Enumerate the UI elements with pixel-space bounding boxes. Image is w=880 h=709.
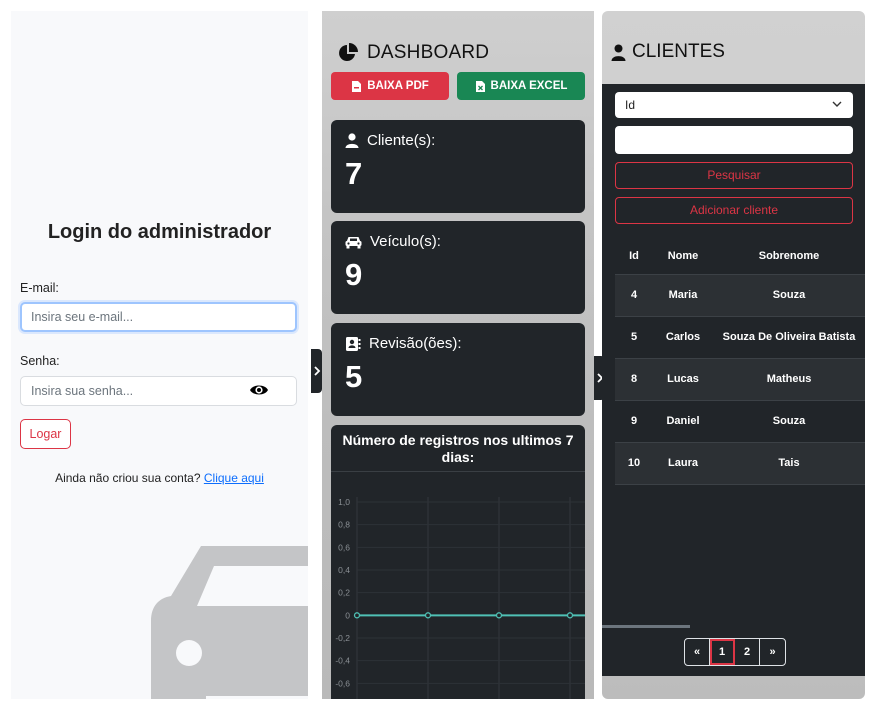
login-button[interactable]: Logar bbox=[20, 419, 71, 449]
column-header-surname[interactable]: Sobrenome bbox=[713, 238, 865, 274]
cell-name: Carlos bbox=[653, 315, 713, 358]
pdf-file-icon bbox=[352, 80, 362, 92]
pagination: « 1 2 » bbox=[684, 638, 786, 666]
cell-name: Daniel bbox=[653, 399, 713, 442]
login-title: Login do administrador bbox=[47, 221, 272, 243]
pie-chart-icon bbox=[339, 43, 358, 61]
download-pdf-label: BAIXA PDF bbox=[367, 80, 429, 92]
signup-prompt: Ainda não criou sua conta? Clique aqui bbox=[11, 471, 308, 485]
email-label: E-mail: bbox=[20, 281, 59, 295]
sidebar-toggle-button[interactable] bbox=[311, 349, 322, 393]
cell-name: Laura bbox=[653, 441, 713, 485]
app-root: Login do administrador E-mail: Insira se… bbox=[0, 0, 880, 709]
search-filter-value: Id bbox=[625, 98, 636, 112]
data-point[interactable] bbox=[495, 612, 503, 619]
table-header-row: Id Nome Sobrenome bbox=[615, 238, 865, 274]
clients-panel: CLIENTES Id Pesquisar Adicionar cliente … bbox=[602, 11, 865, 699]
cell-id: 5 bbox=[615, 315, 653, 358]
download-excel-label: BAIXA EXCEL bbox=[490, 80, 568, 92]
vehicles-count-value: 9 bbox=[345, 257, 363, 292]
cell-name: Lucas bbox=[653, 357, 713, 400]
clients-count-card: Cliente(s): 7 bbox=[331, 120, 585, 213]
search-filter-select[interactable]: Id bbox=[615, 92, 853, 118]
clients-title: CLIENTES bbox=[632, 41, 725, 62]
user-icon bbox=[345, 133, 359, 148]
password-label: Senha: bbox=[20, 354, 60, 368]
user-icon bbox=[611, 44, 626, 61]
address-book-icon bbox=[346, 336, 361, 351]
download-pdf-button[interactable]: BAIXA PDF bbox=[331, 72, 449, 100]
data-point[interactable] bbox=[353, 612, 361, 619]
pagination-next[interactable]: » bbox=[760, 639, 785, 665]
excel-file-icon bbox=[475, 80, 485, 92]
y-tick-label: -0,6 bbox=[335, 678, 350, 688]
y-tick-label: -0,2 bbox=[335, 633, 350, 643]
add-client-button[interactable]: Adicionar cliente bbox=[615, 197, 853, 224]
table-row[interactable]: 4 Maria Souza bbox=[615, 273, 865, 316]
email-field[interactable]: Insira seu e-mail... bbox=[20, 302, 297, 332]
cell-name: Maria bbox=[653, 273, 713, 316]
y-tick-label: 0,2 bbox=[338, 588, 350, 598]
clients-count-value: 7 bbox=[345, 156, 363, 191]
horizontal-scrollbar[interactable] bbox=[602, 625, 690, 628]
dashboard-panel: DASHBOARD BAIXA PDF BAIXA EXCEL Cliente(… bbox=[322, 11, 594, 699]
cell-id: 8 bbox=[615, 357, 653, 400]
cell-surname: Tais bbox=[713, 441, 865, 485]
pagination-prev[interactable]: « bbox=[685, 639, 710, 665]
eye-icon[interactable] bbox=[249, 382, 269, 398]
signup-text: Ainda não criou sua conta? bbox=[55, 471, 201, 485]
cell-surname: Souza De Oliveira Batista bbox=[713, 315, 865, 358]
clients-table: Id Nome Sobrenome 4 Maria Souza 5 Carlos… bbox=[615, 238, 865, 485]
dashboard-header: DASHBOARD bbox=[337, 41, 489, 65]
table-row[interactable]: 9 Daniel Souza bbox=[615, 399, 865, 442]
revisions-count-label: Revisão(ões): bbox=[369, 335, 462, 352]
cell-id: 9 bbox=[615, 399, 653, 442]
y-tick-label: 0 bbox=[345, 610, 350, 620]
car-icon bbox=[345, 236, 362, 248]
revisions-count-value: 5 bbox=[345, 359, 363, 394]
download-excel-button[interactable]: BAIXA EXCEL bbox=[457, 72, 585, 100]
data-point[interactable] bbox=[566, 612, 574, 619]
clients-header: CLIENTES bbox=[611, 41, 725, 63]
dashboard-title: DASHBOARD bbox=[367, 42, 490, 63]
table-row[interactable]: 10 Laura Tais bbox=[615, 441, 865, 485]
registrations-chart-card: Número de registros nos ultimos 7 dias: … bbox=[331, 425, 585, 699]
column-header-name[interactable]: Nome bbox=[653, 238, 713, 274]
table-row[interactable]: 5 Carlos Souza De Oliveira Batista bbox=[615, 315, 865, 358]
table-row[interactable]: 8 Lucas Matheus bbox=[615, 357, 865, 400]
cell-id: 4 bbox=[615, 273, 653, 316]
pagination-page-2[interactable]: 2 bbox=[735, 639, 760, 665]
login-panel: Login do administrador E-mail: Insira se… bbox=[11, 11, 308, 699]
chevron-down-icon bbox=[832, 101, 842, 107]
cell-id: 10 bbox=[615, 441, 653, 485]
search-input[interactable] bbox=[615, 126, 853, 154]
chevron-right-icon bbox=[313, 366, 320, 376]
signup-link[interactable]: Clique aqui bbox=[204, 471, 264, 485]
y-tick-label: 0,6 bbox=[338, 542, 350, 552]
revisions-count-card: Revisão(ões): 5 bbox=[331, 323, 585, 416]
column-header-id[interactable]: Id bbox=[615, 238, 653, 274]
line-chart: 1,00,80,60,40,20-0,2-0,4-0,6-0,8 bbox=[335, 497, 585, 699]
cell-surname: Souza bbox=[713, 399, 865, 442]
pagination-page-1[interactable]: 1 bbox=[710, 639, 735, 665]
cell-surname: Souza bbox=[713, 273, 865, 316]
cell-surname: Matheus bbox=[713, 357, 865, 400]
y-tick-label: 0,4 bbox=[338, 565, 350, 575]
vehicles-count-label: Veículo(s): bbox=[370, 233, 441, 250]
data-point[interactable] bbox=[424, 612, 432, 619]
search-button[interactable]: Pesquisar bbox=[615, 162, 853, 189]
car-illustration-icon bbox=[151, 546, 308, 699]
y-tick-label: -0,4 bbox=[335, 656, 350, 666]
vehicles-count-card: Veículo(s): 9 bbox=[331, 221, 585, 314]
y-tick-label: 1,0 bbox=[338, 497, 350, 507]
y-tick-label: 0,8 bbox=[338, 520, 350, 530]
clients-count-label: Cliente(s): bbox=[367, 132, 436, 149]
